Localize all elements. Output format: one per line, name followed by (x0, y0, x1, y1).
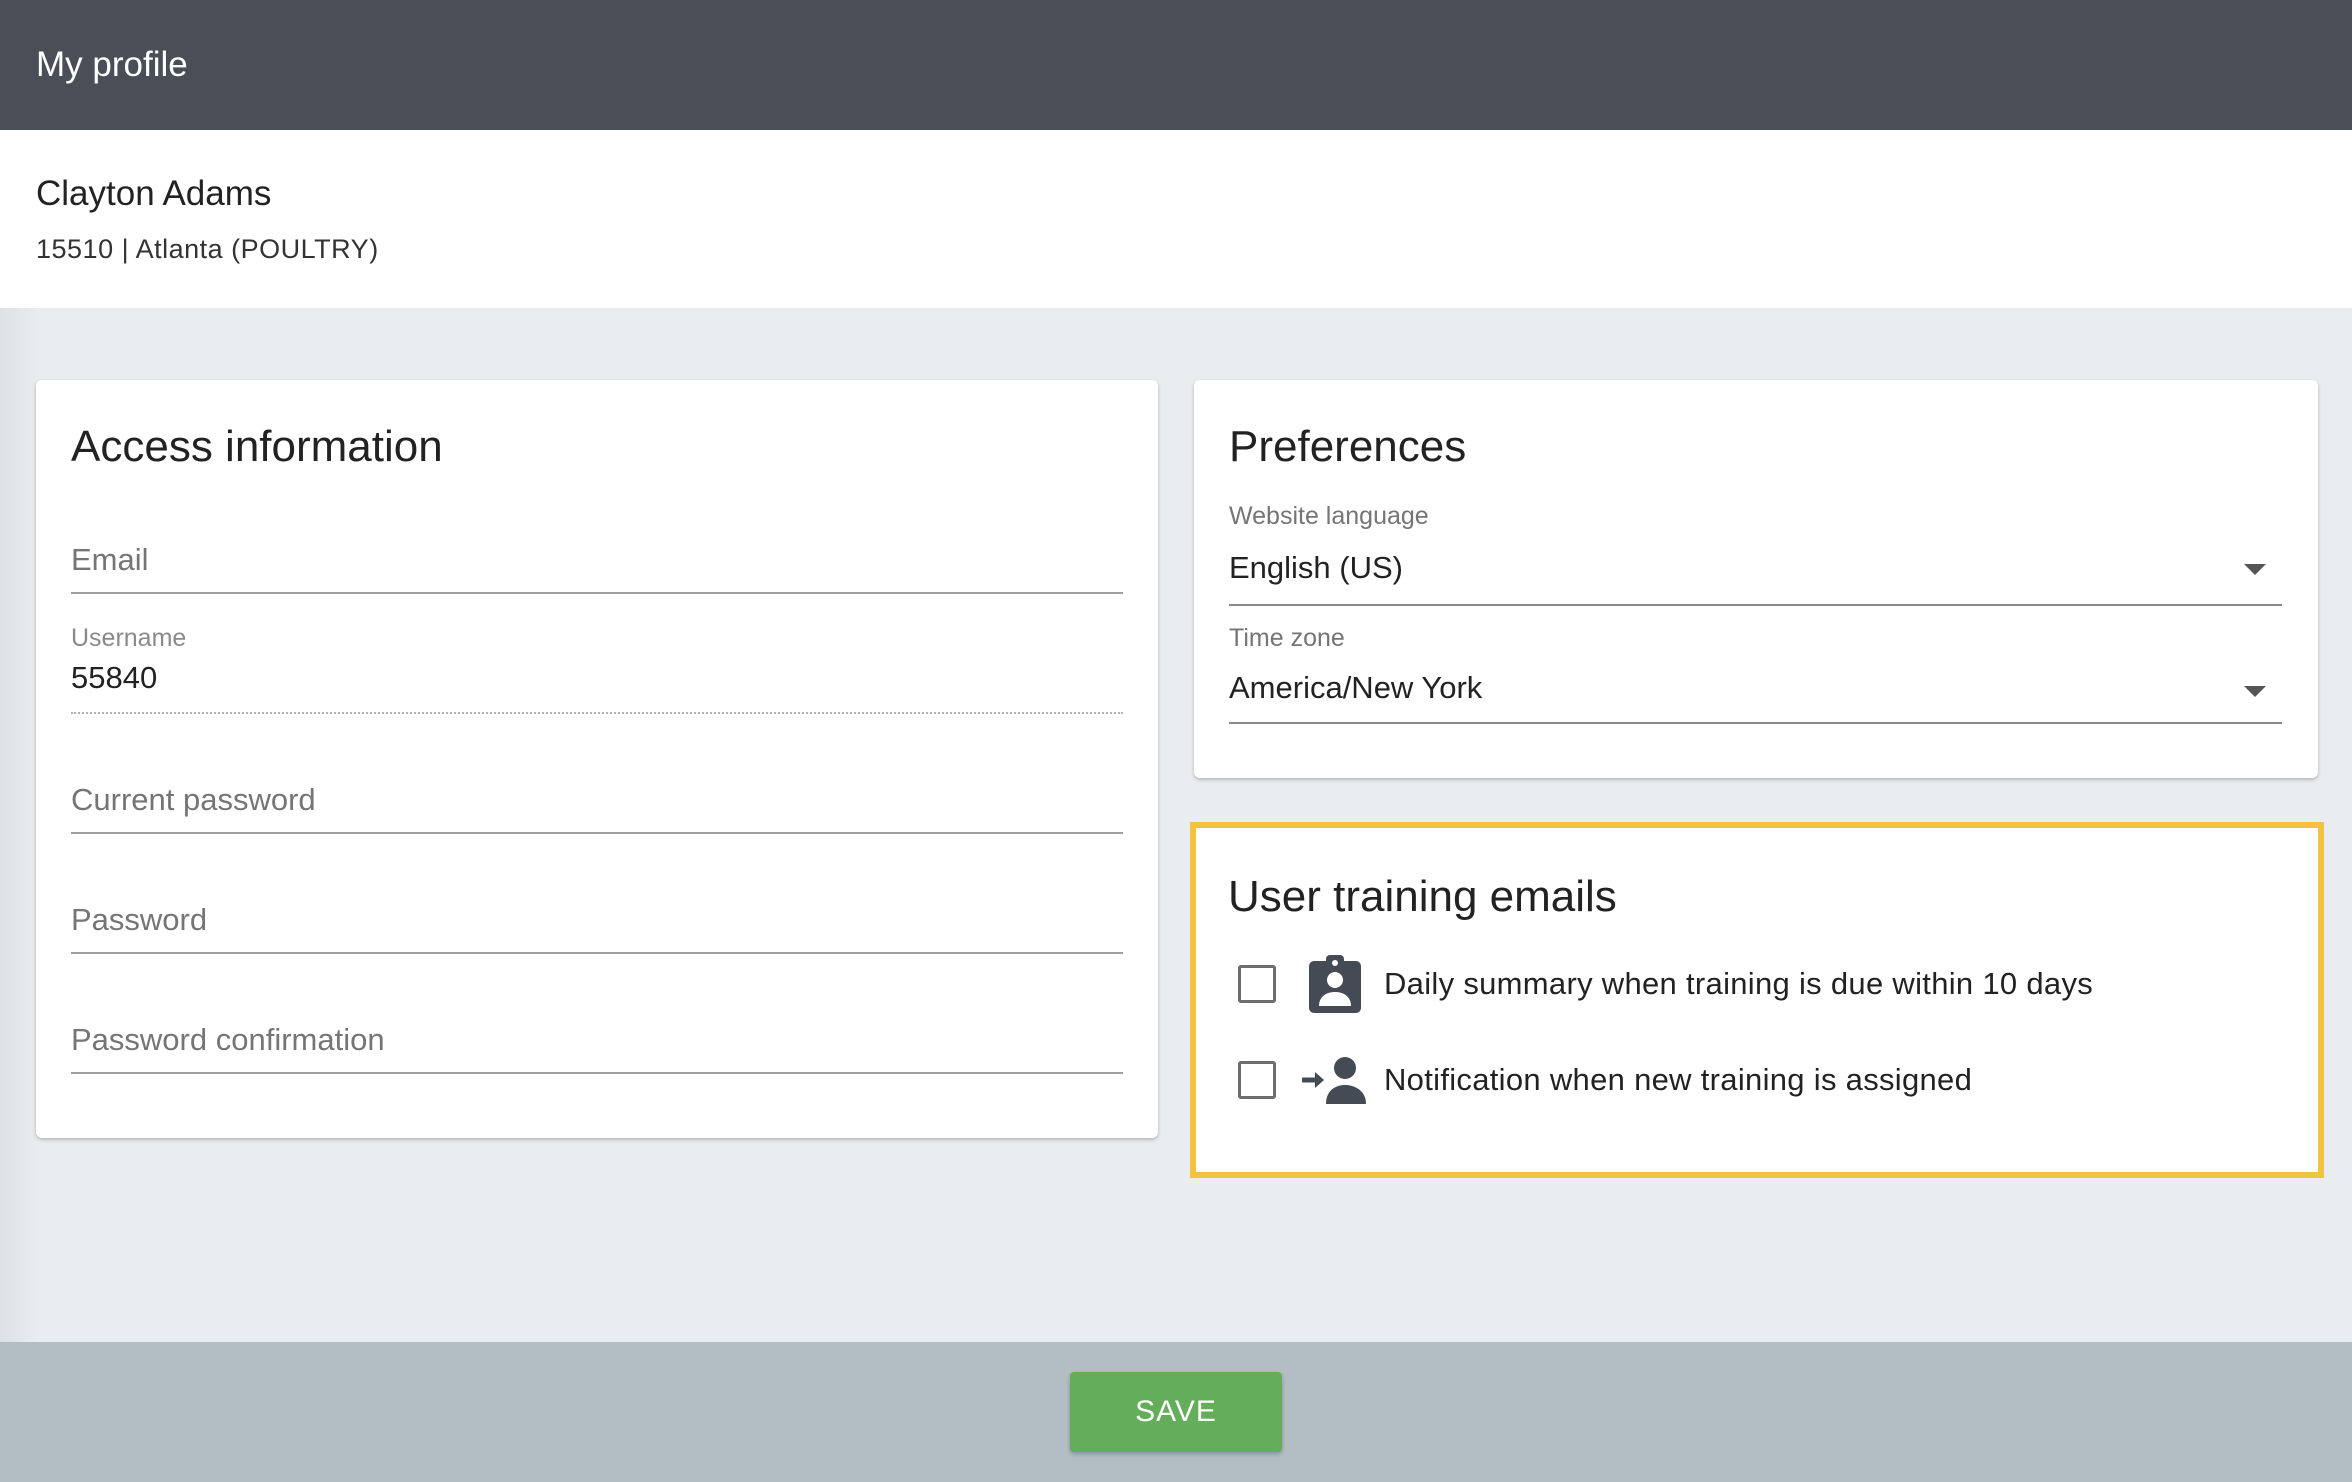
page-title: My profile (36, 45, 188, 84)
new-training-option[interactable]: Notification when new training is assign… (1238, 1050, 1972, 1110)
email-field[interactable]: Email (71, 540, 1123, 600)
current-password-placeholder: Current password (71, 782, 316, 817)
person-arrow-icon (1300, 1050, 1370, 1110)
footer-bar: SAVE (0, 1342, 2352, 1482)
email-underline (71, 592, 1123, 594)
access-information-title: Access information (71, 422, 443, 471)
current-password-field[interactable]: Current password (71, 780, 1123, 840)
user-training-emails-title: User training emails (1228, 872, 1617, 921)
password-field[interactable]: Password (71, 900, 1123, 960)
username-underline (71, 712, 1123, 714)
save-button[interactable]: SAVE (1070, 1372, 1282, 1452)
daily-summary-option[interactable]: Daily summary when training is due withi… (1238, 954, 2093, 1014)
time-zone-underline (1229, 722, 2282, 724)
chevron-down-icon (2244, 686, 2266, 697)
left-shade (0, 308, 40, 1342)
website-language-label: Website language (1229, 502, 1429, 530)
chevron-down-icon (2244, 564, 2266, 575)
password-placeholder: Password (71, 902, 208, 937)
current-password-underline (71, 832, 1123, 834)
access-information-card: Access information Email Username 55840 … (36, 380, 1158, 1138)
assignment-ind-icon (1300, 954, 1370, 1014)
preferences-title: Preferences (1229, 422, 1467, 471)
app-header: My profile (0, 0, 2352, 130)
email-placeholder: Email (71, 542, 149, 577)
user-training-emails-section: User training emails Daily summary when … (1190, 822, 2324, 1178)
profile-header: Clayton Adams 15510 | Atlanta (POULTRY) (0, 130, 2352, 308)
time-zone-label: Time zone (1229, 624, 1345, 652)
password-confirmation-field[interactable]: Password confirmation (71, 1020, 1123, 1080)
new-training-label: Notification when new training is assign… (1384, 1062, 1973, 1097)
time-zone-select[interactable]: Time zone America/New York (1229, 624, 2282, 730)
username-value: 55840 (71, 660, 158, 695)
profile-meta: 15510 | Atlanta (POULTRY) (36, 234, 379, 264)
new-training-checkbox[interactable] (1238, 1061, 1276, 1099)
website-language-underline (1229, 604, 2282, 606)
website-language-value: English (US) (1229, 550, 1403, 585)
time-zone-value: America/New York (1229, 670, 1483, 705)
preferences-card: Preferences Website language English (US… (1194, 380, 2318, 778)
daily-summary-label: Daily summary when training is due withi… (1384, 966, 2094, 1001)
daily-summary-checkbox[interactable] (1238, 965, 1276, 1003)
username-label: Username (71, 624, 187, 652)
password-underline (71, 952, 1123, 954)
password-confirmation-placeholder: Password confirmation (71, 1022, 385, 1057)
website-language-select[interactable]: Website language English (US) (1229, 502, 2282, 608)
profile-name: Clayton Adams (36, 174, 272, 213)
username-field: Username 55840 (71, 620, 1123, 720)
password-confirmation-underline (71, 1072, 1123, 1074)
